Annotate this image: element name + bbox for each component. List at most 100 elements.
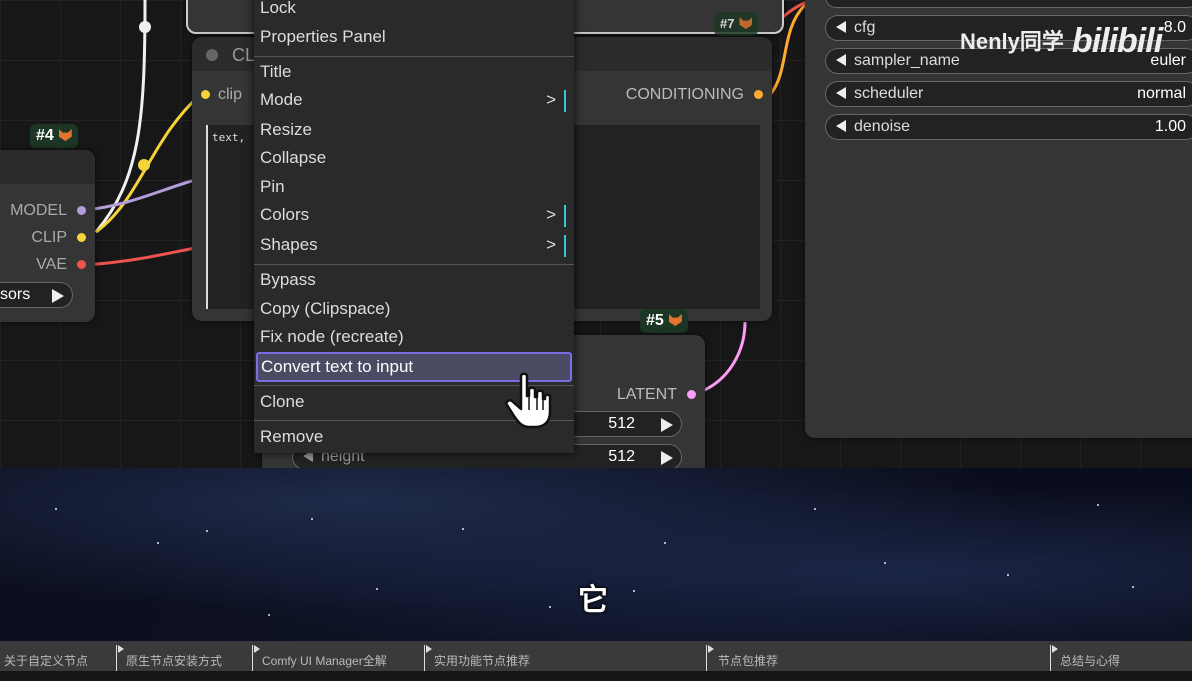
chapter-marker: [424, 645, 425, 671]
output-slot-vae[interactable]: [77, 260, 86, 269]
menu-item-label: Convert text to input: [261, 357, 414, 376]
node-badge-4: #4: [30, 124, 78, 148]
denoise-widget[interactable]: denoise 1.00: [825, 114, 1192, 140]
chapter-item[interactable]: 总结与心得: [1060, 641, 1120, 671]
cfg-value: 8.0: [1163, 19, 1186, 36]
bilibili-logo: bilibili: [1071, 22, 1163, 60]
menu-item-pin[interactable]: Pin: [260, 173, 568, 201]
menu-item-collapse[interactable]: Collapse: [260, 144, 568, 172]
widget-label: cfg: [836, 16, 875, 40]
star: [1007, 574, 1009, 576]
menu-item-shapes[interactable]: Shapes >: [260, 231, 568, 259]
scheduler-label: scheduler: [854, 85, 924, 102]
decrement-arrow-icon[interactable]: [836, 120, 846, 132]
output-slot-clip[interactable]: [77, 233, 86, 242]
chapter-item[interactable]: 原生节点安装方式: [126, 641, 222, 671]
output-slot-latent[interactable]: [687, 390, 696, 399]
widget-label: denoise: [836, 115, 910, 139]
ckpt-name-widget[interactable]: sors: [0, 282, 73, 308]
collapse-dot-icon[interactable]: [206, 49, 218, 61]
wire-red: [85, 246, 196, 267]
menu-item-colors[interactable]: Colors >: [260, 201, 568, 229]
menu-item-bypass[interactable]: Bypass: [260, 266, 568, 294]
menu-item-label: Bypass: [260, 270, 316, 289]
node-title: CL: [232, 45, 256, 65]
scheduler-widget[interactable]: scheduler normal: [825, 81, 1192, 107]
menu-item-lock[interactable]: Lock: [260, 0, 568, 22]
menu-item-label: Colors: [260, 205, 310, 224]
badge-text: #4: [36, 127, 54, 144]
menu-item-copy-clipspace[interactable]: Copy (Clipspace): [260, 295, 568, 323]
star: [633, 590, 635, 592]
menu-item-label: Lock: [260, 0, 296, 17]
chapter-marker: [706, 645, 707, 671]
submenu-indicator: [564, 90, 566, 112]
widget-label: sampler_name: [836, 49, 960, 73]
menu-item-properties-panel[interactable]: Properties Panel: [260, 23, 568, 51]
menu-item-label: Resize: [260, 120, 312, 139]
node-canvas[interactable]: #7 #4 MODEL CLIP VAE sors CL clip CONDIT…: [0, 0, 1192, 468]
menu-item-title[interactable]: Title: [260, 58, 568, 86]
input-slot-clip[interactable]: [201, 90, 210, 99]
denoise-value: 1.00: [1154, 118, 1186, 135]
star: [157, 542, 159, 544]
steps-widget[interactable]: [825, 0, 1192, 8]
increment-arrow-icon[interactable]: [52, 289, 64, 303]
chapter-marker-icon: [118, 645, 124, 653]
output-label-vae: VAE: [36, 256, 67, 273]
output-slot-model[interactable]: [77, 206, 86, 215]
menu-item-label: Pin: [260, 177, 285, 196]
star: [206, 530, 208, 532]
chapter-marker: [116, 645, 117, 671]
menu-item-label: Fix node (recreate): [260, 327, 404, 346]
star: [884, 562, 886, 564]
chapter-marker-icon: [1052, 645, 1058, 653]
chapter-item[interactable]: 节点包推荐: [718, 641, 778, 671]
watermark-name: Nenly同学: [960, 29, 1064, 54]
menu-item-label: Mode: [260, 90, 303, 109]
output-label-conditioning: CONDITIONING: [625, 86, 744, 103]
chapter-bar[interactable]: 关于自定义节点 原生节点安装方式 Comfy UI Manager全解 实用功能…: [0, 641, 1192, 671]
wire-reroute-yellow: [138, 159, 150, 171]
checkpoint-loader-node[interactable]: MODEL CLIP VAE sors: [0, 150, 95, 322]
star: [549, 606, 551, 608]
star: [664, 542, 666, 544]
decrement-arrow-icon[interactable]: [836, 87, 846, 99]
cfg-label: cfg: [854, 19, 876, 36]
output-label-latent: LATENT: [616, 386, 677, 403]
height-value: 512: [608, 448, 635, 465]
menu-item-resize[interactable]: Resize: [260, 116, 568, 144]
input-label-clip: clip: [218, 86, 243, 103]
menu-item-mode[interactable]: Mode >: [260, 86, 568, 114]
chapter-item[interactable]: 关于自定义节点: [4, 641, 88, 671]
node-badge-top: #7: [714, 12, 759, 36]
star: [1097, 504, 1099, 506]
fox-icon: [58, 129, 72, 141]
menu-item-label: Remove: [260, 427, 324, 446]
fox-icon: [739, 17, 753, 29]
bilibili-watermark: Nenly同学 bilibili: [960, 22, 1163, 61]
chapter-item[interactable]: Comfy UI Manager全解: [262, 641, 387, 671]
chapter-item[interactable]: 实用功能节点推荐: [434, 641, 530, 671]
decrement-arrow-icon[interactable]: [836, 54, 846, 66]
node-badge-5: #5: [640, 309, 688, 333]
menu-item-fix-node[interactable]: Fix node (recreate): [260, 323, 568, 351]
sampler-name-label: sampler_name: [854, 52, 960, 69]
decrement-arrow-icon[interactable]: [836, 21, 846, 33]
wire-reroute-white: [139, 21, 151, 33]
submenu-arrow-icon: >: [546, 235, 556, 254]
badge-text: #7: [720, 16, 735, 31]
hand-cursor-icon: [505, 372, 552, 429]
ksampler-node[interactable]: cfg 8.0 sampler_name euler scheduler nor…: [805, 0, 1192, 438]
menu-item-label: Properties Panel: [260, 27, 386, 46]
prompt-text: text,: [212, 131, 246, 144]
increment-arrow-icon[interactable]: [661, 451, 673, 465]
star: [462, 528, 464, 530]
video-subtitle: 它: [578, 584, 608, 617]
node-header[interactable]: [0, 150, 95, 184]
increment-arrow-icon[interactable]: [661, 418, 673, 432]
menu-item-label: Clone: [260, 392, 305, 411]
output-slot-conditioning[interactable]: [754, 90, 763, 99]
scheduler-value: normal: [1137, 85, 1186, 102]
menu-separator: [254, 264, 574, 265]
